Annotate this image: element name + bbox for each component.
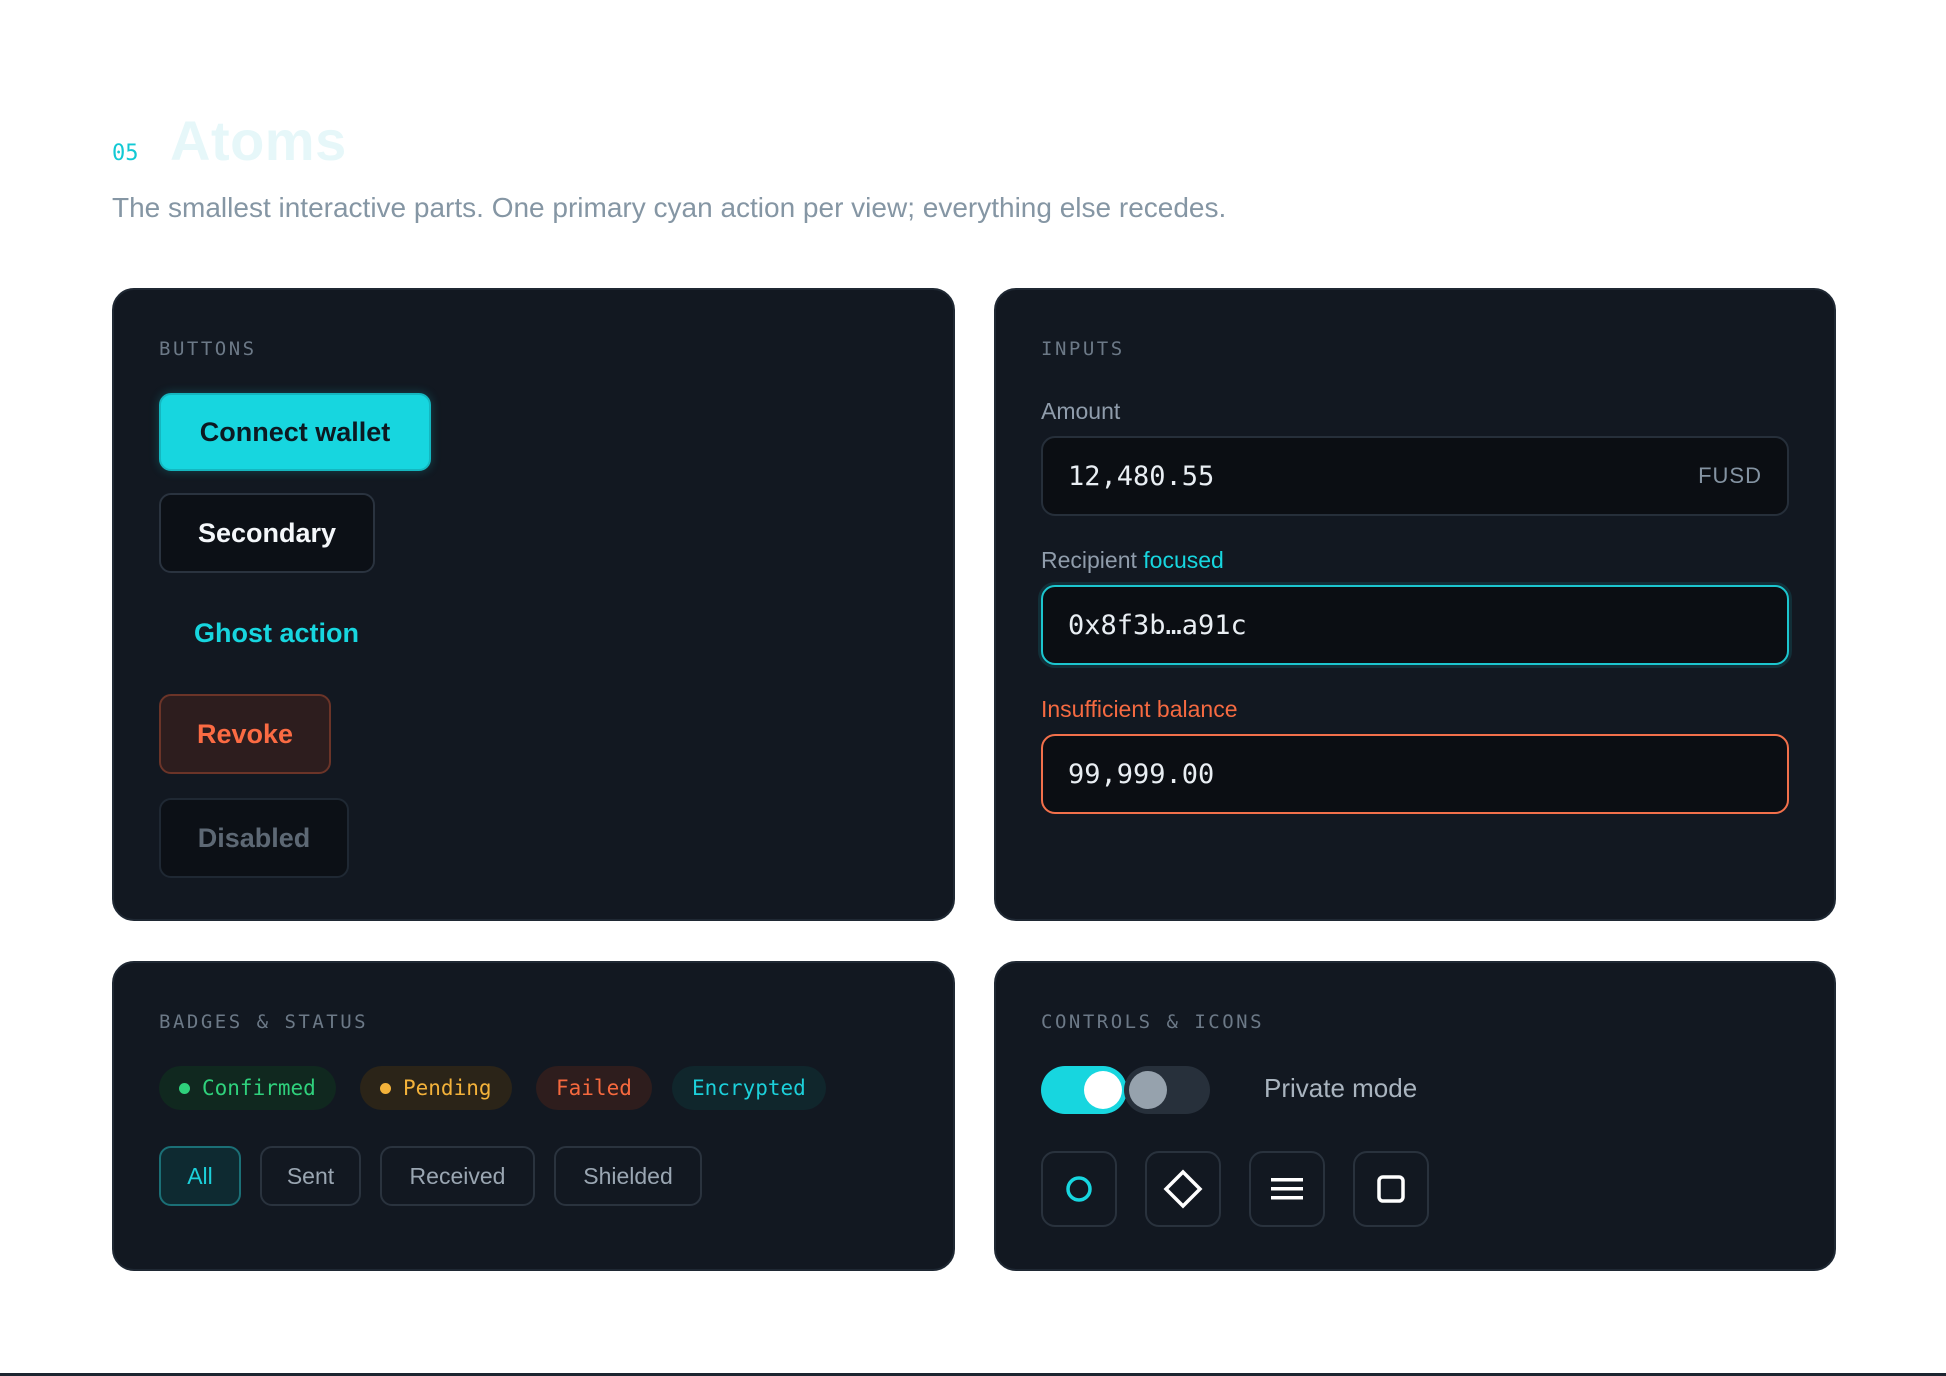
- controls-card: CONTROLS & ICONS Private mode: [994, 961, 1836, 1271]
- status-badge-encrypted: Encrypted: [672, 1066, 826, 1110]
- filter-chip-shielded[interactable]: Shielded: [554, 1146, 702, 1206]
- menu-icon: [1271, 1178, 1303, 1200]
- section-title: Atoms: [170, 109, 347, 172]
- revoke-button[interactable]: Revoke: [159, 694, 331, 774]
- recipient-input[interactable]: 0x8f3b…a91c: [1041, 585, 1789, 665]
- recipient-value: 0x8f3b…a91c: [1068, 609, 1247, 641]
- filter-chip-all[interactable]: All: [159, 1146, 241, 1206]
- diamond-icon: [1163, 1169, 1203, 1209]
- status-dot-icon: [179, 1082, 190, 1094]
- badges-card: BADGES & STATUS Confirmed Pending Failed…: [112, 961, 955, 1271]
- amount-value: 12,480.55: [1068, 460, 1215, 492]
- filter-chip-received[interactable]: Received: [380, 1146, 535, 1206]
- square-icon: [1377, 1175, 1405, 1203]
- square-icon-button[interactable]: [1353, 1151, 1429, 1227]
- section-number: 05: [112, 141, 139, 166]
- status-dot-icon: [380, 1082, 391, 1094]
- circle-icon: [1066, 1176, 1092, 1202]
- filter-chip-sent[interactable]: Sent: [260, 1146, 361, 1206]
- amount-input[interactable]: 12,480.55 FUSD: [1041, 436, 1789, 516]
- buttons-card: BUTTONS Connect wallet Secondary Ghost a…: [112, 288, 955, 921]
- disabled-button: Disabled: [159, 798, 349, 878]
- diamond-icon-button[interactable]: [1145, 1151, 1221, 1227]
- toggle-on[interactable]: [1041, 1066, 1127, 1114]
- ghost-action-button[interactable]: Ghost action: [159, 595, 399, 671]
- section-subtitle: The smallest interactive parts. One prim…: [112, 192, 1227, 223]
- toggle-off[interactable]: [1124, 1066, 1210, 1114]
- card-label-buttons: BUTTONS: [159, 338, 257, 360]
- connect-wallet-button[interactable]: Connect wallet: [159, 393, 431, 471]
- card-label-inputs: INPUTS: [1041, 338, 1125, 360]
- card-label-badges: BADGES & STATUS: [159, 1011, 369, 1033]
- status-badge-confirmed: Confirmed: [159, 1066, 336, 1110]
- secondary-button[interactable]: Secondary: [159, 493, 375, 573]
- private-mode-label: Private mode: [1264, 1073, 1418, 1103]
- toggle-knob: [1084, 1071, 1122, 1109]
- recipient-label: Recipient focused: [1041, 547, 1224, 573]
- focused-state-label: focused: [1143, 547, 1224, 573]
- card-label-controls: CONTROLS & ICONS: [1041, 1011, 1265, 1033]
- error-amount-value: 99,999.00: [1068, 758, 1215, 790]
- toggle-knob: [1129, 1071, 1167, 1109]
- error-amount-input[interactable]: 99,999.00: [1041, 734, 1789, 814]
- inputs-card: INPUTS Amount 12,480.55 FUSD Recipient f…: [994, 288, 1836, 921]
- amount-label: Amount: [1041, 398, 1121, 424]
- status-badge-pending: Pending: [360, 1066, 512, 1110]
- error-label: Insufficient balance: [1041, 696, 1238, 722]
- menu-icon-button[interactable]: [1249, 1151, 1325, 1227]
- currency-suffix: FUSD: [1698, 463, 1762, 488]
- status-badge-failed: Failed: [536, 1066, 652, 1110]
- circle-icon-button[interactable]: [1041, 1151, 1117, 1227]
